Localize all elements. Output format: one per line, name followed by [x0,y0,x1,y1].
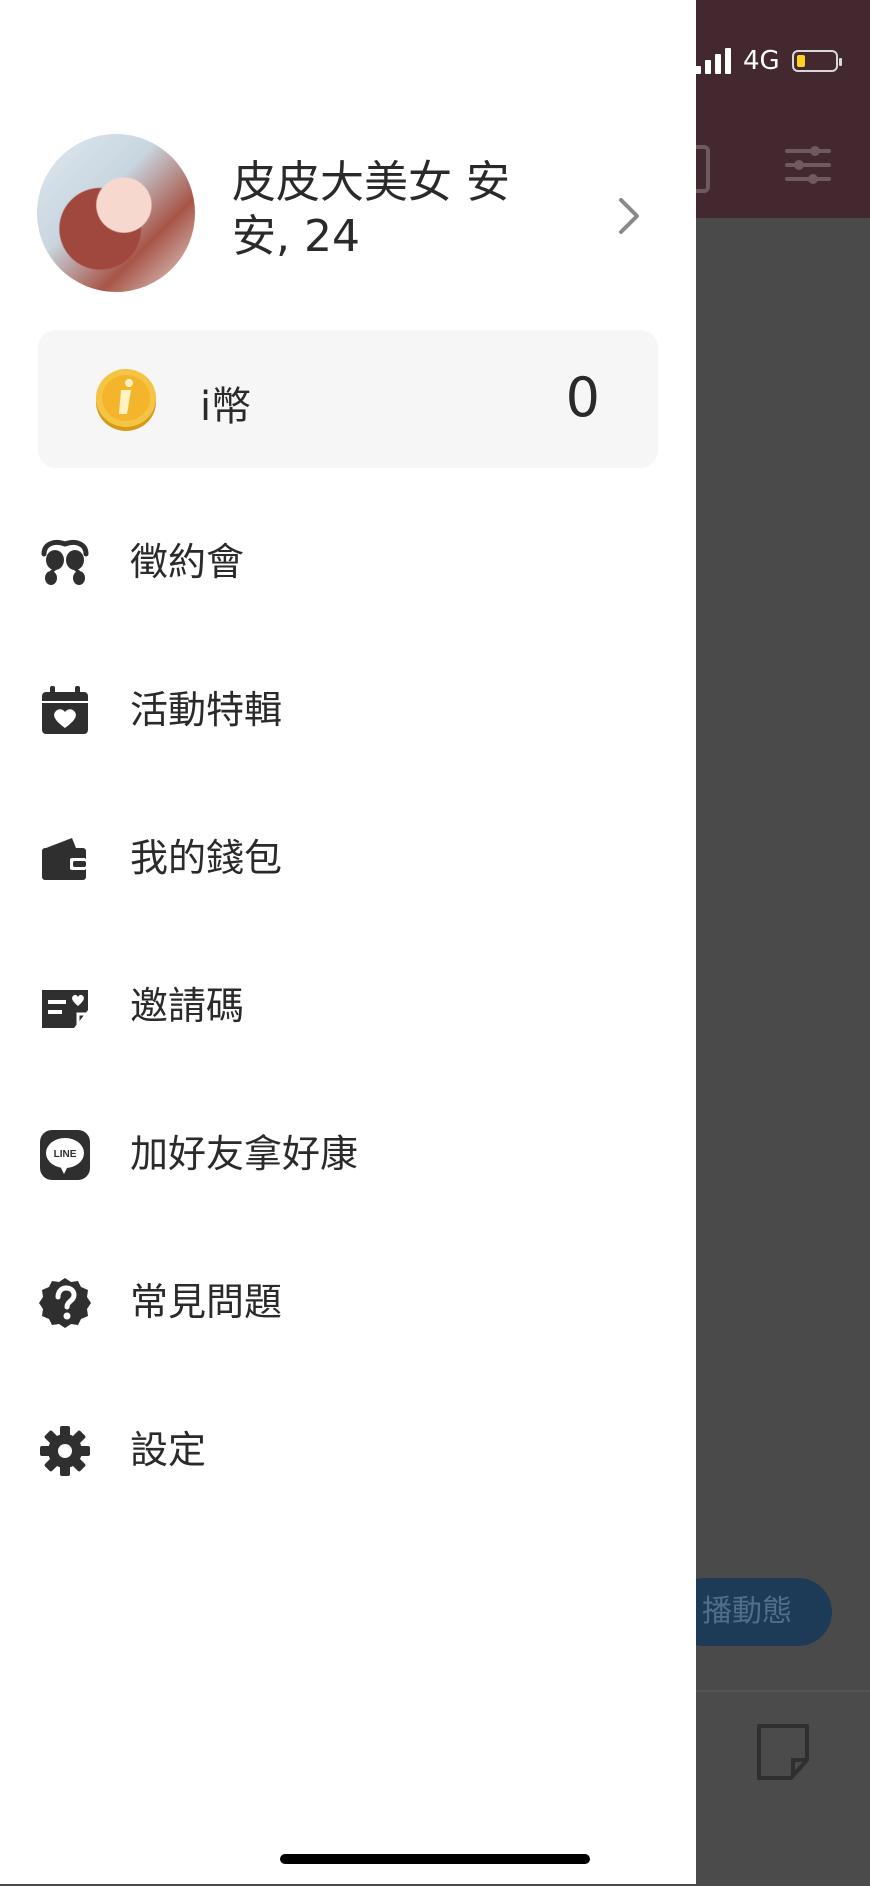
invite-card-icon [42,990,88,1028]
calendar-heart-icon [42,686,88,734]
gear-icon [40,1426,90,1476]
profile-row[interactable]: 皮皮大美女 安安, 24 [37,134,657,294]
wallet-icon [42,838,86,880]
menu-item-label: 設定 [130,1428,207,1472]
avatar[interactable] [37,134,195,292]
balloons-icon [41,539,89,585]
profile-name: 皮皮大美女 安安, 24 [232,157,510,262]
chevron-right-icon [619,198,639,234]
coin-label: i幣 [200,384,252,430]
signal-icon [695,48,731,74]
battery-icon [791,50,842,72]
menu-item-faq[interactable]: 常見問題 [0,1240,696,1360]
status-bar: 4G [695,46,842,76]
menu-item-wallet[interactable]: 我的錢包 [0,796,696,916]
svg-text:LINE: LINE [54,1149,77,1160]
help-icon [39,1278,91,1328]
menu-item-invite-code[interactable]: 邀請碼 [0,944,696,1064]
menu-item-dating[interactable]: 徵約會 [0,500,696,620]
menu-item-label: 邀請碼 [130,984,245,1028]
menu-item-events[interactable]: 活動特輯 [0,648,696,768]
line-icon: LINE [40,1130,90,1180]
filter-icon [785,146,831,184]
menu-item-add-friend[interactable]: LINE 加好友拿好康 [0,1092,696,1212]
coin-value: 0 [565,366,600,429]
menu-item-label: 活動特輯 [130,688,283,732]
note-icon[interactable] [753,1722,813,1782]
coin-icon [96,369,156,431]
menu-item-label: 我的錢包 [130,836,283,880]
menu-item-label: 常見問題 [130,1280,283,1324]
menu-item-settings[interactable]: 設定 [0,1388,696,1508]
side-drawer: 皮皮大美女 安安, 24 i幣 0 徵約會 活動特輯 我的錢包 邀請碼 LINE… [0,0,696,1884]
menu-item-label: 徵約會 [130,540,245,584]
home-indicator[interactable] [280,1854,590,1864]
menu-item-label: 加好友拿好康 [130,1132,359,1176]
coin-balance-card[interactable]: i幣 0 [38,330,658,468]
network-label: 4G [743,46,780,76]
